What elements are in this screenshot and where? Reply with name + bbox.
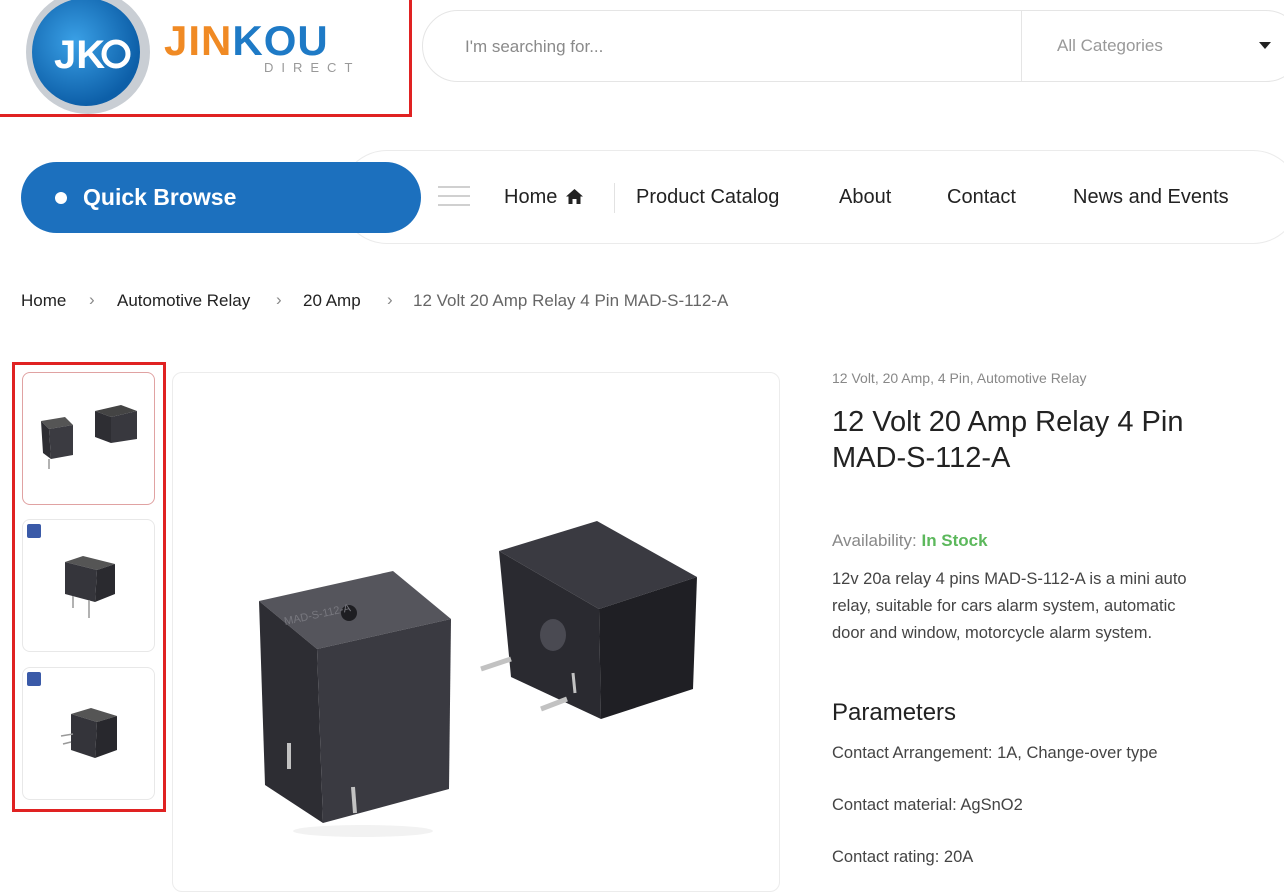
product-tags[interactable]: 12 Volt, 20 Amp, 4 Pin, Automotive Relay: [832, 370, 1086, 386]
svg-text:JK: JK: [54, 33, 105, 77]
brand-badge-icon: [27, 672, 41, 686]
home-icon: [565, 189, 583, 204]
nav-separator: [614, 183, 615, 213]
parameter-item: Contact material: AgSnO2: [832, 796, 1023, 814]
chevron-right-icon: ›: [89, 290, 95, 309]
quick-browse-button[interactable]: Quick Browse: [21, 162, 421, 233]
product-title: 12 Volt 20 Amp Relay 4 Pin MAD-S-112-A: [832, 406, 1184, 474]
nav-news-events[interactable]: News and Events: [1073, 186, 1229, 209]
chevron-right-icon: ›: [387, 290, 393, 309]
nav-product-catalog[interactable]: Product Catalog: [636, 186, 779, 209]
hamburger-menu-icon[interactable]: [438, 186, 470, 213]
chevron-right-icon: ›: [276, 290, 282, 309]
thumbnail-2[interactable]: [22, 519, 155, 652]
nav-contact[interactable]: Contact: [947, 186, 1016, 209]
breadcrumb-current: 12 Volt 20 Amp Relay 4 Pin MAD-S-112-A: [413, 291, 729, 310]
breadcrumb-20-amp[interactable]: 20 Amp: [303, 291, 361, 311]
search-divider: [1021, 11, 1022, 81]
availability: Availability: In Stock: [832, 531, 988, 551]
parameter-item: Contact Arrangement: 1A, Change-over typ…: [832, 744, 1158, 762]
brand-badge-icon: [27, 524, 41, 538]
logo-word-jin: JIN: [164, 17, 233, 64]
search-bar: All Categories: [422, 10, 1284, 83]
caret-down-icon[interactable]: [1259, 42, 1271, 49]
availability-status: In Stock: [921, 531, 988, 550]
product-description: 12v 20a relay 4 pins MAD-S-112-A is a mi…: [832, 570, 1187, 642]
dot-icon: [55, 192, 67, 204]
logo-subtitle: DIRECT: [264, 60, 361, 75]
thumbnail-1[interactable]: [22, 372, 155, 505]
parameter-item: Contact rating: 20A: [832, 848, 974, 866]
nav-home-label: Home: [504, 186, 558, 208]
search-input[interactable]: [463, 11, 1007, 83]
relay-product-photo: MAD-S-112-A: [259, 521, 697, 837]
category-select[interactable]: All Categories: [1057, 36, 1163, 56]
logo-wordmark[interactable]: JINKOU: [164, 20, 329, 62]
logo-emblem-icon[interactable]: JK: [24, 0, 152, 114]
relay-front-image: [65, 556, 115, 618]
breadcrumb-home[interactable]: Home: [21, 291, 66, 311]
availability-label: Availability:: [832, 531, 917, 550]
nav-about[interactable]: About: [839, 186, 891, 209]
quick-browse-label: Quick Browse: [83, 184, 237, 210]
breadcrumb-automotive-relay[interactable]: Automotive Relay: [117, 291, 250, 311]
parameters-heading: Parameters: [832, 699, 957, 726]
nav-home[interactable]: Home: [504, 186, 583, 209]
thumbnail-3[interactable]: [22, 667, 155, 800]
relay-side-image: [60, 708, 117, 758]
main-product-image[interactable]: MAD-S-112-A: [172, 372, 780, 892]
logo-word-kou: KOU: [232, 17, 329, 64]
relay-pair-image: [41, 405, 137, 469]
